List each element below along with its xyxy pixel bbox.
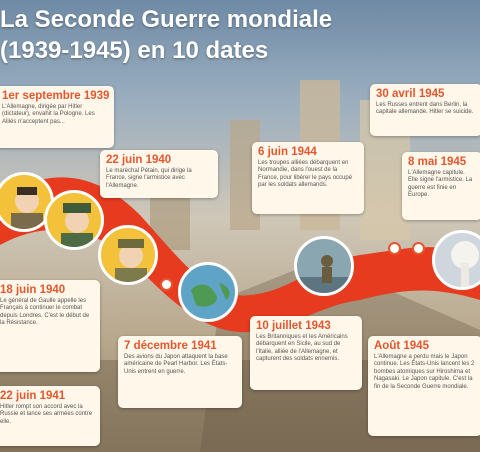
timeline-dot [412,242,425,255]
event-card-8: 10 juillet 1943 Les Britanniques et les … [250,316,362,390]
event-date: 18 juin 1940 [0,284,66,296]
event-date: 10 juillet 1943 [256,320,331,332]
event-card-6: 18 juin 1940 Le général de Gaulle appell… [0,280,100,372]
event-date: 6 juin 1944 [258,146,317,158]
petain-portrait [98,225,158,285]
event-date: 22 juin 1941 [0,390,66,402]
event-text: Le général de Gaulle appelle les Françai… [0,298,90,327]
event-text: Des avions du Japon attaquent la base am… [124,354,228,375]
event-card-2: 22 juin 1940 Le maréchal Pétain, qui dir… [100,150,218,198]
event-card-3: 6 juin 1944 Les troupes alliées débarque… [252,142,364,214]
event-card-4: 30 avril 1945 Les Russes entrent dans Be… [370,84,480,136]
event-date: 8 mai 1945 [408,156,467,168]
timeline-dot [160,278,173,291]
event-text: Le maréchal Pétain, qui dirige la France… [106,168,192,189]
event-card-9: Août 1945 L'Allemagne a perdu mais le Ja… [368,336,480,436]
event-date: 30 avril 1945 [376,88,445,100]
event-text: L'Allemagne capitule. Elle signe l'armis… [408,170,473,199]
world-map-icon [178,262,238,322]
event-text: Les troupes alliées débarquent en Norman… [258,160,353,189]
event-date: 1er septembre 1939 [2,90,110,102]
event-date: Août 1945 [374,340,429,352]
event-card-7: 7 décembre 1941 Des avions du Japon atta… [118,336,242,408]
event-text: L'Allemagne a perdu mais le Japon contin… [374,354,475,390]
event-date: 22 juin 1940 [106,154,172,166]
timeline-dot [388,242,401,255]
event-card-1: 1er septembre 1939 L'Allemagne, dirigée … [0,86,114,148]
event-date: 7 décembre 1941 [124,340,217,352]
event-text: L'Allemagne, dirigée par Hitler (dictate… [2,104,95,125]
event-card-10: 22 juin 1941 Hitler rompt son accord ave… [0,386,100,446]
event-text: Hitler rompt son accord avec la Russie e… [0,404,93,425]
soldier-landing-icon [294,236,354,296]
event-text: Les Russes entrent dans Berlin, la capit… [376,102,474,116]
event-text: Les Britanniques et les Américains débar… [256,334,348,363]
de-gaulle-portrait [44,190,104,250]
event-card-5: 8 mai 1945 L'Allemagne capitule. Elle si… [402,152,480,220]
